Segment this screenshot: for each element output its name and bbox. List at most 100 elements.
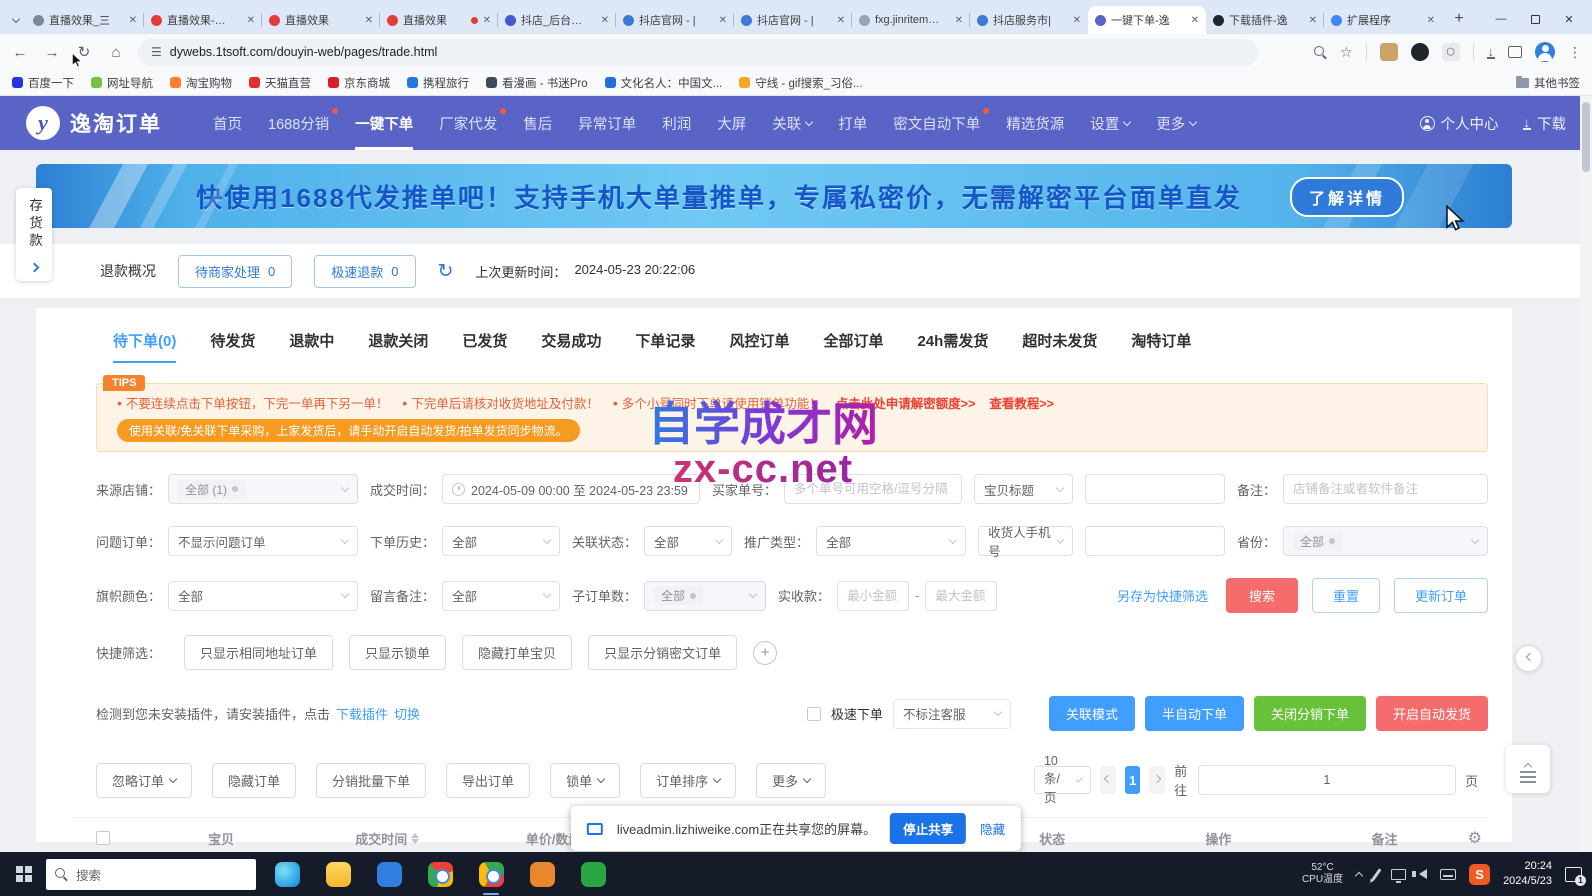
browser-menu-icon[interactable]: ⋮ <box>1568 44 1582 61</box>
tab-close-icon[interactable]: ✕ <box>129 15 137 26</box>
list-action-button[interactable]: 导出订单 <box>446 763 530 798</box>
fast-refund-button[interactable]: 极速退款 0 <box>314 255 415 288</box>
remark-input[interactable] <box>1283 474 1488 504</box>
promo-type-select[interactable]: 全部 <box>816 526 966 556</box>
new-tab-button[interactable]: + <box>1446 6 1472 32</box>
bookmark-item[interactable]: 网址导航 <box>91 75 153 91</box>
current-page-button[interactable]: 1 <box>1125 766 1141 794</box>
sogou-ime-icon[interactable]: S <box>1469 864 1490 885</box>
page-size-select[interactable]: 10条/页 <box>1034 766 1091 794</box>
speaker-icon[interactable] <box>1419 869 1427 879</box>
table-column-header[interactable]: 备注 <box>1301 829 1467 848</box>
browser-tab[interactable]: 直播效果-… ✕ <box>144 6 262 34</box>
tray-expand-chevron-icon[interactable] <box>1355 871 1363 879</box>
taskbar-app[interactable] <box>419 852 461 896</box>
deal-time-range[interactable]: 2024-05-09 00:00 至 2024-05-23 23:59 <box>442 474 700 504</box>
nav-item[interactable]: 1688分销 <box>255 96 342 150</box>
extension-tampermonkey-icon[interactable] <box>1380 43 1398 61</box>
order-status-tab[interactable]: 全部订单 <box>806 322 900 363</box>
refresh-icon[interactable]: ↻ <box>438 260 454 283</box>
page-scrollbar[interactable] <box>1580 96 1592 852</box>
collapse-panel-button[interactable] <box>1515 645 1542 672</box>
browser-tab[interactable]: 直播效果 ✕ <box>262 6 380 34</box>
nav-item[interactable]: 密文自动下单 <box>880 96 993 150</box>
tab-close-icon[interactable]: ✕ <box>719 15 727 26</box>
list-action-button[interactable]: 锁单 <box>550 763 620 798</box>
other-bookmarks[interactable]: 其他书签 <box>1516 75 1580 91</box>
taskbar-app[interactable] <box>470 852 512 896</box>
shop-select[interactable]: 全部 (1) <box>168 474 358 504</box>
browser-tab[interactable]: 一键下单-逸 ✕ <box>1088 6 1206 34</box>
tab-close-icon[interactable]: ✕ <box>1073 15 1081 26</box>
bookmark-item[interactable]: 文化名人：中国文... <box>605 75 723 91</box>
nav-item[interactable]: 厂家代发 <box>426 96 510 150</box>
extension-dark-icon[interactable] <box>1411 43 1429 61</box>
view-tutorial-link[interactable]: 查看教程>> <box>989 393 1054 412</box>
browser-tab[interactable]: 抖店官网 - | ✕ <box>734 6 852 34</box>
phone-field-select[interactable]: 收货人手机号 <box>978 526 1073 556</box>
title-field-select[interactable]: 宝贝标题 <box>974 474 1073 504</box>
quick-filter-button[interactable]: 只显示相同地址订单 <box>184 635 333 670</box>
tab-close-icon[interactable]: ✕ <box>601 15 609 26</box>
min-amount-input[interactable] <box>837 581 909 611</box>
table-column-header[interactable]: 宝贝 <box>138 829 304 848</box>
taskbar-app[interactable] <box>266 852 308 896</box>
bookmark-item[interactable]: 百度一下 <box>12 75 74 91</box>
banner-cta-button[interactable]: 了解详情 <box>1290 177 1404 217</box>
scrollbar-thumb[interactable] <box>1582 102 1590 172</box>
tab-close-icon[interactable]: ✕ <box>955 15 963 26</box>
taskbar-app[interactable] <box>368 852 410 896</box>
order-status-tab[interactable]: 淘特订单 <box>1114 322 1208 363</box>
hide-share-bar-link[interactable]: 隐藏 <box>980 819 1005 838</box>
stop-sharing-button[interactable]: 停止共享 <box>890 813 966 844</box>
display-icon[interactable] <box>1391 869 1406 880</box>
province-select[interactable]: 全部 <box>1283 526 1488 556</box>
browser-tab[interactable]: 下载插件-逸 ✕ <box>1206 6 1324 34</box>
nav-item[interactable]: 精选货源 <box>993 96 1077 150</box>
bookmark-item[interactable]: 天猫直营 <box>249 75 311 91</box>
window-minimize-button[interactable]: — <box>1484 4 1518 34</box>
order-status-tab[interactable]: 退款关闭 <box>351 322 445 363</box>
tab-close-icon[interactable]: ✕ <box>247 15 255 26</box>
quick-filter-button[interactable]: 只显示分销密文订单 <box>588 635 737 670</box>
buyer-order-input[interactable] <box>784 474 962 504</box>
taskbar-app[interactable] <box>572 852 614 896</box>
back-icon[interactable]: ← <box>10 44 30 61</box>
tab-close-icon[interactable]: ✕ <box>483 15 491 26</box>
express-order-checkbox[interactable] <box>807 707 821 721</box>
save-quick-filter-link[interactable]: 另存为快捷筛选 <box>1117 586 1208 605</box>
search-button[interactable]: 搜索 <box>1226 578 1298 613</box>
download-link[interactable]: ↓ 下载 <box>1523 113 1567 134</box>
list-action-button[interactable]: 更多 <box>756 763 826 798</box>
list-action-button[interactable]: 订单排序 <box>640 763 736 798</box>
home-icon[interactable]: ⌂ <box>106 44 126 61</box>
select-all-checkbox[interactable] <box>96 831 110 845</box>
nav-item[interactable]: 打单 <box>825 96 880 150</box>
table-column-header[interactable]: 成交时间 <box>304 829 470 848</box>
quick-filter-button[interactable]: 隐藏打单宝贝 <box>462 635 572 670</box>
browser-tab[interactable]: 直播效果_三 ✕ <box>26 6 144 34</box>
tab-close-icon[interactable]: ✕ <box>1427 15 1435 26</box>
order-status-tab[interactable]: 24h需发货 <box>900 322 1005 363</box>
order-status-tab[interactable]: 超时未发货 <box>1005 322 1114 363</box>
list-action-button[interactable]: 隐藏订单 <box>212 763 296 798</box>
list-action-button[interactable]: 分销批量下单 <box>316 763 426 798</box>
download-plugin-link[interactable]: 下载插件 <box>336 704 388 723</box>
quick-filter-button[interactable]: 只显示锁单 <box>349 635 446 670</box>
bookmark-item[interactable]: 淘宝购物 <box>170 75 232 91</box>
bookmark-item[interactable]: 携程旅行 <box>407 75 469 91</box>
taskbar-clock[interactable]: 20:24 2024/5/23 <box>1503 859 1552 890</box>
service-mark-select[interactable]: 不标注客服 <box>893 699 1011 729</box>
browser-tab[interactable]: 抖店_后台… ✕ <box>498 6 616 34</box>
site-info-icon[interactable]: ☰ <box>151 45 161 59</box>
bookmark-item[interactable]: 京东商城 <box>328 75 390 91</box>
notification-center-icon[interactable]: 1 <box>1565 867 1582 882</box>
taskbar-search[interactable]: 搜索 <box>46 859 256 890</box>
tab-close-icon[interactable]: ✕ <box>837 15 845 26</box>
order-status-tab[interactable]: 待发货 <box>193 322 272 363</box>
taskbar-app[interactable] <box>317 852 359 896</box>
order-status-tab[interactable]: 风控订单 <box>712 322 806 363</box>
back-to-top-widget[interactable] <box>1506 745 1550 793</box>
apply-decrypt-link[interactable]: 点击此处申请解密额度>> <box>836 393 976 412</box>
list-action-button[interactable]: 忽略订单 <box>96 763 192 798</box>
